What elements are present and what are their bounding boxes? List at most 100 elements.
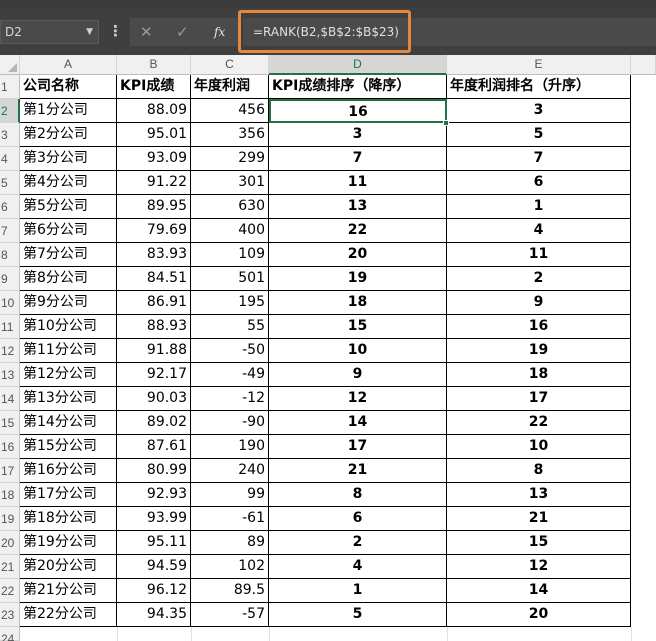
cancel-icon[interactable]: ✕ xyxy=(140,22,153,42)
cell-a[interactable]: 第6分公司 xyxy=(20,219,117,243)
cell-b[interactable]: 95.01 xyxy=(117,123,191,147)
cell-c[interactable]: -50 xyxy=(191,339,269,363)
row-header[interactable]: 16 xyxy=(0,435,20,459)
row-header[interactable]: 8 xyxy=(0,243,20,267)
row-header[interactable]: 7 xyxy=(0,219,20,243)
cell-c[interactable]: 89 xyxy=(191,531,269,555)
select-all-button[interactable] xyxy=(0,55,20,75)
cell-c[interactable]: 456 xyxy=(191,99,269,123)
cell-c[interactable]: -90 xyxy=(191,411,269,435)
cell-e[interactable]: 11 xyxy=(447,243,631,267)
cell-c[interactable]: -12 xyxy=(191,387,269,411)
cell-b[interactable]: 93.99 xyxy=(117,507,191,531)
row-header[interactable]: 1 xyxy=(0,75,20,99)
cell-d[interactable]: 19 xyxy=(269,267,447,291)
row-header[interactable]: 10 xyxy=(0,291,20,315)
row-header[interactable]: 5 xyxy=(0,171,20,195)
cell-b[interactable]: 92.17 xyxy=(117,363,191,387)
cell-e[interactable]: 18 xyxy=(447,363,631,387)
fill-handle[interactable] xyxy=(443,120,449,126)
header-cell-profit-rank[interactable]: 年度利润排名（升序） xyxy=(447,75,631,99)
cell-a[interactable]: 第7分公司 xyxy=(20,243,117,267)
cell-e[interactable]: 12 xyxy=(447,555,631,579)
cell-a[interactable]: 第5分公司 xyxy=(20,195,117,219)
cell-b[interactable]: 93.09 xyxy=(117,147,191,171)
header-cell-company[interactable]: 公司名称 xyxy=(20,75,117,99)
cell-b[interactable]: 79.69 xyxy=(117,219,191,243)
cell-a[interactable]: 第1分公司 xyxy=(20,99,117,123)
cell-e[interactable]: 21 xyxy=(447,507,631,531)
cell-e[interactable]: 9 xyxy=(447,291,631,315)
cell-d[interactable]: 18 xyxy=(269,291,447,315)
row-header[interactable]: 12 xyxy=(0,339,20,363)
cell-a[interactable]: 第2分公司 xyxy=(20,123,117,147)
cell-a[interactable]: 第11分公司 xyxy=(20,339,117,363)
cell-b[interactable]: 91.88 xyxy=(117,339,191,363)
cell-c[interactable]: 299 xyxy=(191,147,269,171)
insert-function-icon[interactable]: fx xyxy=(214,22,225,42)
cell-e[interactable]: 1 xyxy=(447,195,631,219)
cell-a[interactable]: 第18分公司 xyxy=(20,507,117,531)
more-options-icon[interactable]: ⋮ xyxy=(108,20,123,44)
cell-d[interactable]: 12 xyxy=(269,387,447,411)
cell-a[interactable]: 第8分公司 xyxy=(20,267,117,291)
name-box[interactable]: D2 ▼ xyxy=(0,20,99,44)
cell-b[interactable]: 90.03 xyxy=(117,387,191,411)
cell-e[interactable]: 13 xyxy=(447,483,631,507)
cell-a[interactable]: 第10分公司 xyxy=(20,315,117,339)
cell-d[interactable]: 7 xyxy=(269,147,447,171)
cell-a[interactable]: 第13分公司 xyxy=(20,387,117,411)
cell-d[interactable]: 20 xyxy=(269,243,447,267)
cell-d[interactable]: 8 xyxy=(269,483,447,507)
header-cell-kpi[interactable]: KPI成绩 xyxy=(117,75,191,99)
cell-b[interactable]: 80.99 xyxy=(117,459,191,483)
row-header[interactable]: 21 xyxy=(0,555,20,579)
cell-a[interactable]: 第21分公司 xyxy=(20,579,117,603)
cell-c[interactable]: -49 xyxy=(191,363,269,387)
cell-b[interactable]: 95.11 xyxy=(117,531,191,555)
cell-d[interactable]: 17 xyxy=(269,435,447,459)
row-header[interactable]: 15 xyxy=(0,411,20,435)
cell-b[interactable]: 87.61 xyxy=(117,435,191,459)
cell-b[interactable]: 86.91 xyxy=(117,291,191,315)
row-header[interactable]: 6 xyxy=(0,195,20,219)
cell-c[interactable]: 109 xyxy=(191,243,269,267)
chevron-down-icon[interactable]: ▼ xyxy=(86,21,93,43)
cell-a[interactable]: 第17分公司 xyxy=(20,483,117,507)
cell-c[interactable]: 89.5 xyxy=(191,579,269,603)
cell-d[interactable]: 10 xyxy=(269,339,447,363)
cell-e[interactable]: 6 xyxy=(447,171,631,195)
cell-c[interactable]: 501 xyxy=(191,267,269,291)
cell-d[interactable]: 15 xyxy=(269,315,447,339)
cell-e[interactable]: 20 xyxy=(447,603,631,627)
cell-c[interactable]: 55 xyxy=(191,315,269,339)
cell-c[interactable]: 630 xyxy=(191,195,269,219)
header-cell-profit[interactable]: 年度利润 xyxy=(191,75,269,99)
cell-d[interactable]: 9 xyxy=(269,363,447,387)
cell-e[interactable]: 7 xyxy=(447,147,631,171)
cell-b[interactable]: 89.95 xyxy=(117,195,191,219)
cell-c[interactable]: 102 xyxy=(191,555,269,579)
cell-d[interactable]: 5 xyxy=(269,603,447,627)
cell-d[interactable]: 11 xyxy=(269,171,447,195)
row-header[interactable]: 17 xyxy=(0,459,20,483)
cell-d[interactable]: 6 xyxy=(269,507,447,531)
cell-e[interactable]: 2 xyxy=(447,267,631,291)
cell-b[interactable]: 88.93 xyxy=(117,315,191,339)
cell-b[interactable]: 94.59 xyxy=(117,555,191,579)
row-header[interactable]: 24 xyxy=(0,627,20,641)
row-header[interactable]: 23 xyxy=(0,603,20,627)
cell-e[interactable]: 16 xyxy=(447,315,631,339)
cell-d[interactable]: 16 xyxy=(269,99,447,123)
header-cell-kpi-rank[interactable]: KPI成绩排序（降序） xyxy=(269,75,447,99)
cell-a[interactable]: 第15分公司 xyxy=(20,435,117,459)
cell-e[interactable]: 3 xyxy=(447,99,631,123)
cell-d[interactable]: 14 xyxy=(269,411,447,435)
cell-a[interactable]: 第19分公司 xyxy=(20,531,117,555)
cell-e[interactable]: 8 xyxy=(447,459,631,483)
cell-a[interactable]: 第3分公司 xyxy=(20,147,117,171)
row-header[interactable]: 14 xyxy=(0,387,20,411)
row-header[interactable]: 13 xyxy=(0,363,20,387)
cell-c[interactable]: -57 xyxy=(191,603,269,627)
cell-d[interactable]: 21 xyxy=(269,459,447,483)
